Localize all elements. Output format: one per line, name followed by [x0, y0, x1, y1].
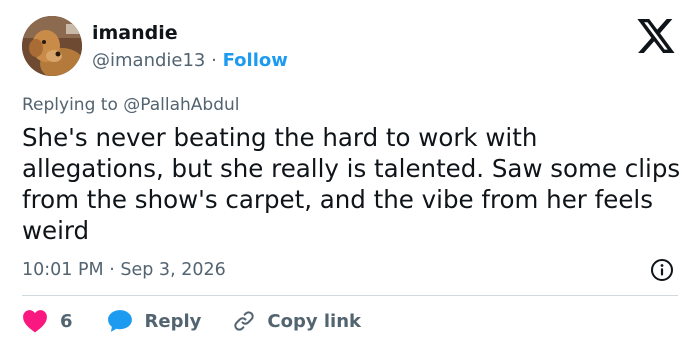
like-count: 6	[60, 310, 73, 332]
info-icon[interactable]	[650, 258, 674, 282]
divider	[22, 295, 678, 296]
author-handle[interactable]: @imandie13	[92, 50, 205, 71]
meta-separator: ·	[109, 260, 115, 280]
replying-to: Replying to @PallahAbdul	[22, 95, 240, 115]
action-bar: 6 Reply Copy link	[22, 308, 361, 334]
follow-button[interactable]: Follow	[223, 50, 288, 71]
copy-link-label: Copy link	[267, 310, 361, 332]
author-name[interactable]: imandie	[92, 22, 178, 44]
author-handle-row: @imandie13 · Follow	[92, 50, 288, 71]
like-button[interactable]: 6	[22, 309, 73, 333]
tweet-text: She's never beating the hard to work wit…	[22, 123, 681, 245]
tweet-date: Sep 3, 2026	[120, 260, 226, 280]
x-logo-icon[interactable]	[637, 19, 675, 53]
tweet-time: 10:01 PM	[22, 260, 104, 280]
avatar[interactable]	[22, 16, 82, 76]
dog-avatar-image	[22, 16, 82, 76]
reply-mention-link[interactable]: @PallahAbdul	[123, 95, 239, 115]
tweet-timestamp[interactable]: 10:01 PM · Sep 3, 2026	[22, 260, 226, 280]
reply-button[interactable]: Reply	[107, 309, 202, 333]
speech-bubble-icon	[107, 310, 132, 332]
handle-separator: ·	[211, 50, 217, 71]
heart-icon	[23, 310, 47, 333]
reply-label: Reply	[144, 310, 202, 332]
copy-link-button[interactable]: Copy link	[231, 309, 361, 333]
link-icon	[234, 311, 255, 331]
replying-to-label: Replying to	[22, 95, 118, 115]
